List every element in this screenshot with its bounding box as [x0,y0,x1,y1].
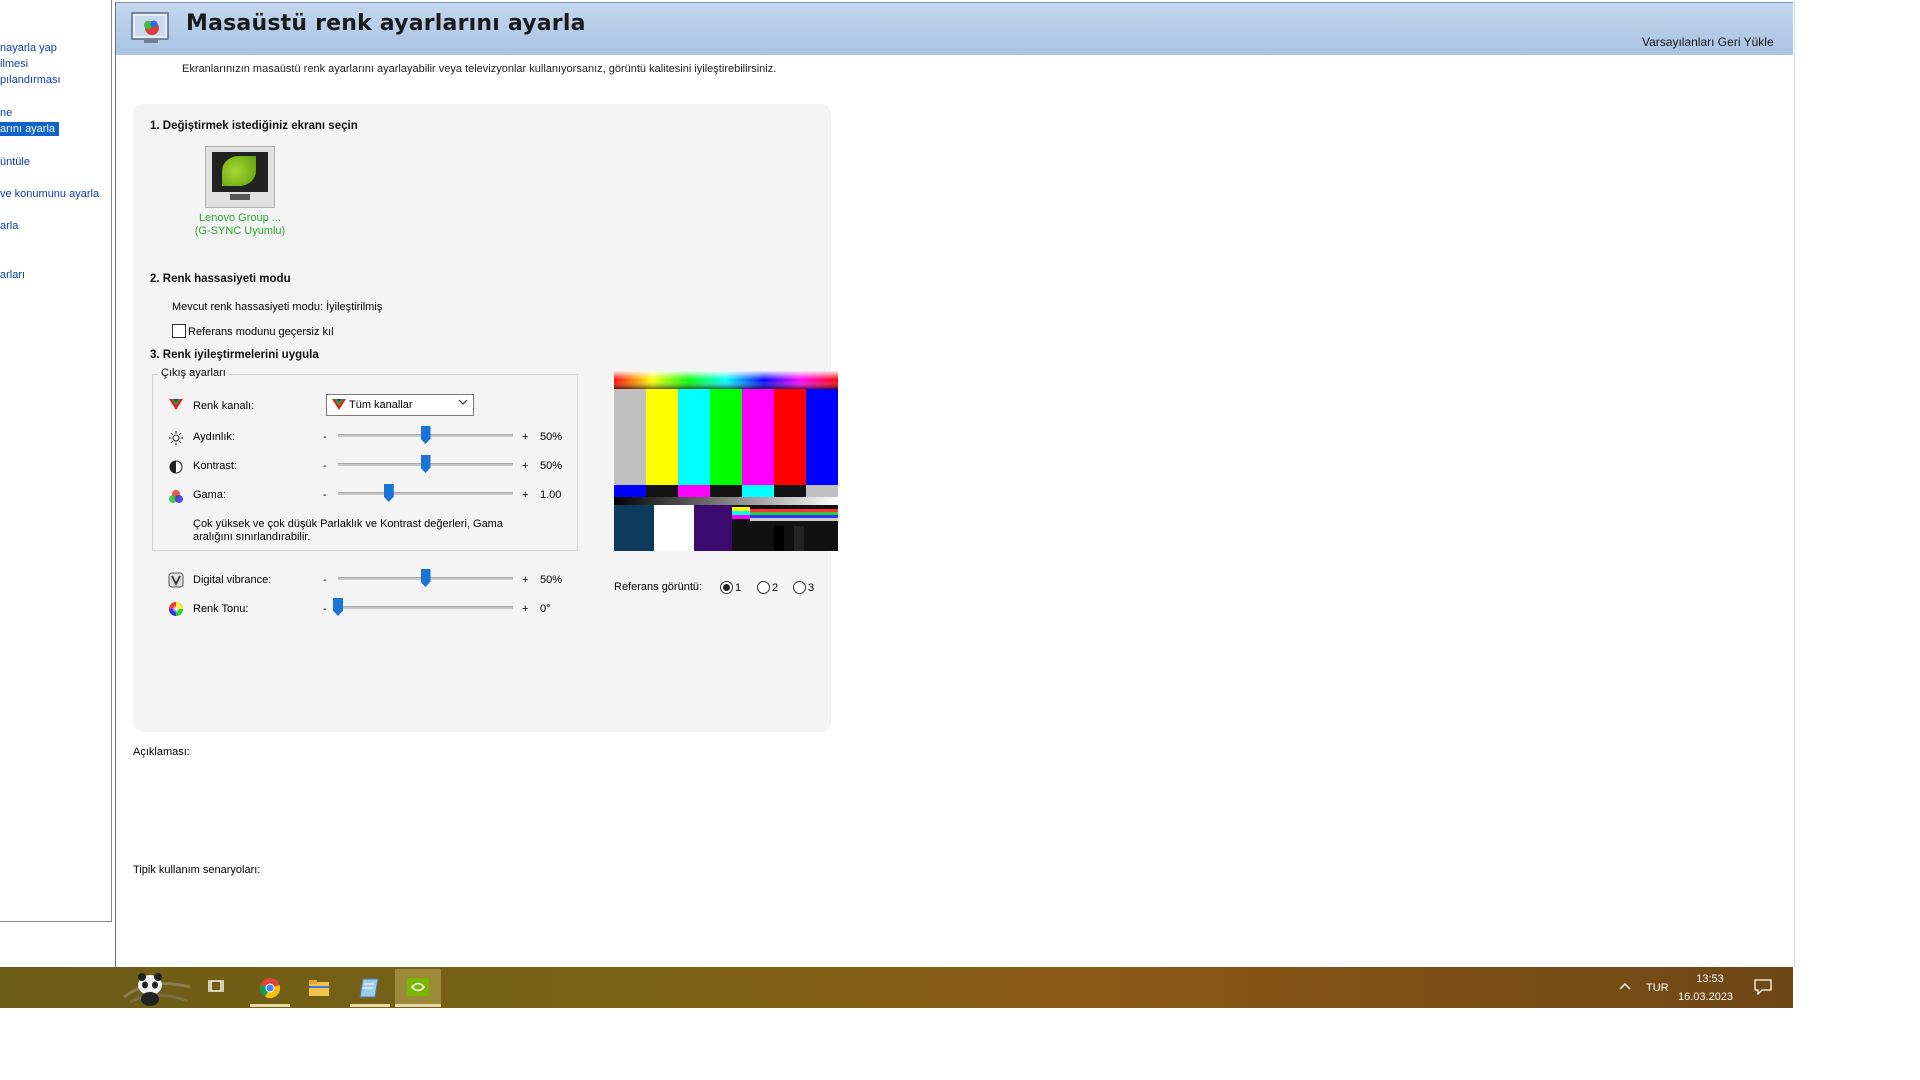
explanation-label: Açıklaması: [133,746,190,758]
hue-icon [168,601,183,616]
color-channel-label: Renk kanalı: [193,400,255,412]
display-color-icon [130,10,172,46]
vibrance-plus: + [522,574,529,586]
chevron-down-icon [458,397,468,410]
file-explorer-icon[interactable] [308,978,330,1001]
contrast-value: 50% [540,460,563,472]
reference-radio-1[interactable] [720,581,733,594]
contrast-label: Kontrast: [193,460,238,472]
nav-item-9[interactable]: arları [0,269,25,281]
nav-item-6[interactable]: üntüle [0,156,30,168]
nav-item-selected[interactable]: arını ayarla [0,122,60,136]
nvidia-icon [407,978,429,996]
brightness-minus: - [323,431,327,443]
hue-value: 0° [540,603,551,615]
action-center-icon[interactable] [1754,979,1772,998]
brightness-label: Aydınlık: [193,431,235,443]
digital-vibrance-label: Digital vibrance: [193,574,272,586]
hue-plus: + [522,603,529,615]
display-selector[interactable] [205,146,275,208]
input-language[interactable]: TUR [1646,982,1669,994]
nav-item-4[interactable]: ne [0,107,12,119]
reference-option-2-label: 2 [772,582,779,594]
digital-vibrance-value: 50% [540,574,563,586]
gamma-warning-text: Çok yüksek ve çok düşük Parlaklık ve Kon… [193,518,503,543]
gamma-icon [168,489,183,503]
reference-option-3-label: 3 [808,582,815,594]
nav-item-2[interactable]: ilmesi [0,58,28,70]
chrome-icon[interactable] [259,977,281,1002]
chrome-active-indicator [250,1004,290,1007]
gamma-plus: + [522,489,529,501]
nav-item-7[interactable]: ve konumunu ayarla [0,188,99,200]
reference-color-bars [614,371,838,551]
gamma-value: 1.00 [540,489,562,501]
task-view-icon[interactable] [208,977,226,998]
page-title: Masaüstü renk ayarlarını ayarla [186,11,586,36]
gamma-label: Gama: [193,489,227,501]
reference-radio-2[interactable] [757,581,770,594]
reference-radio-3[interactable] [793,581,806,594]
color-channel-icon [168,397,183,411]
override-reference-checkbox[interactable] [172,324,186,338]
status-strip [0,922,116,967]
typical-scenarios-label: Tipik kullanım senaryoları: [133,864,261,876]
nav-item-8[interactable]: arla [0,220,18,232]
brightness-plus: + [522,431,529,443]
override-reference-label: Referans modunu geçersiz kıl [188,326,334,338]
notepad-icon[interactable] [358,977,380,1002]
page-description: Ekranlarınızın masaüstü renk ayarlarını … [182,63,777,75]
navigation-pane: nayarla yap ilmesi pılandırması ne arını… [0,0,112,922]
nav-item-1[interactable]: nayarla yap [0,42,57,54]
restore-defaults-link[interactable]: Varsayılanları Geri Yükle [1642,35,1774,49]
nvidia-taskbar-button[interactable] [395,969,441,1007]
gamma-slider[interactable] [338,492,513,495]
display-stand [230,194,250,200]
brightness-icon [169,431,183,445]
display-name[interactable]: Lenovo Group ... [190,212,290,224]
nvidia-active-indicator [395,1004,441,1007]
clock-date[interactable]: 16.03.2023 [1678,991,1733,1003]
gamma-minus: - [323,489,327,501]
contrast-plus: + [522,460,529,472]
digital-vibrance-icon [168,572,184,588]
reference-option-1-label: 1 [735,582,742,594]
clock-time[interactable]: 13:53 [1693,973,1727,985]
hue-label: Renk Tonu: [193,603,249,615]
contrast-icon [169,460,183,474]
nvidia-logo-icon [222,156,256,186]
all-channels-icon [331,397,347,414]
display-screen [212,152,268,192]
contrast-minus: - [323,460,327,472]
display-gsync-label: (G-SYNC Uyumlu) [194,225,286,237]
current-mode-text: Mevcut renk hassasiyeti modu: İyileştiri… [172,301,383,313]
show-hidden-icons-chevron-icon[interactable] [1618,981,1632,994]
panda-start-icon[interactable] [120,967,194,1008]
section1-title: 1. Değiştirmek istediğiniz ekranı seçin [150,120,358,132]
brightness-value: 50% [540,431,563,443]
reference-image-label: Referans görüntü: [614,581,703,593]
hue-slider[interactable] [338,606,513,609]
color-channel-value: Tüm kanallar [349,399,413,411]
section3-title: 3. Renk iyileştirmelerini uygula [150,349,319,361]
output-settings-label: Çıkış ayarları [158,367,229,379]
hue-minus: - [323,603,327,615]
section2-title: 2. Renk hassasiyeti modu [150,273,291,285]
nav-item-3[interactable]: pılandırması [0,74,61,86]
notepad-active-indicator [350,1004,390,1007]
vibrance-minus: - [323,574,327,586]
